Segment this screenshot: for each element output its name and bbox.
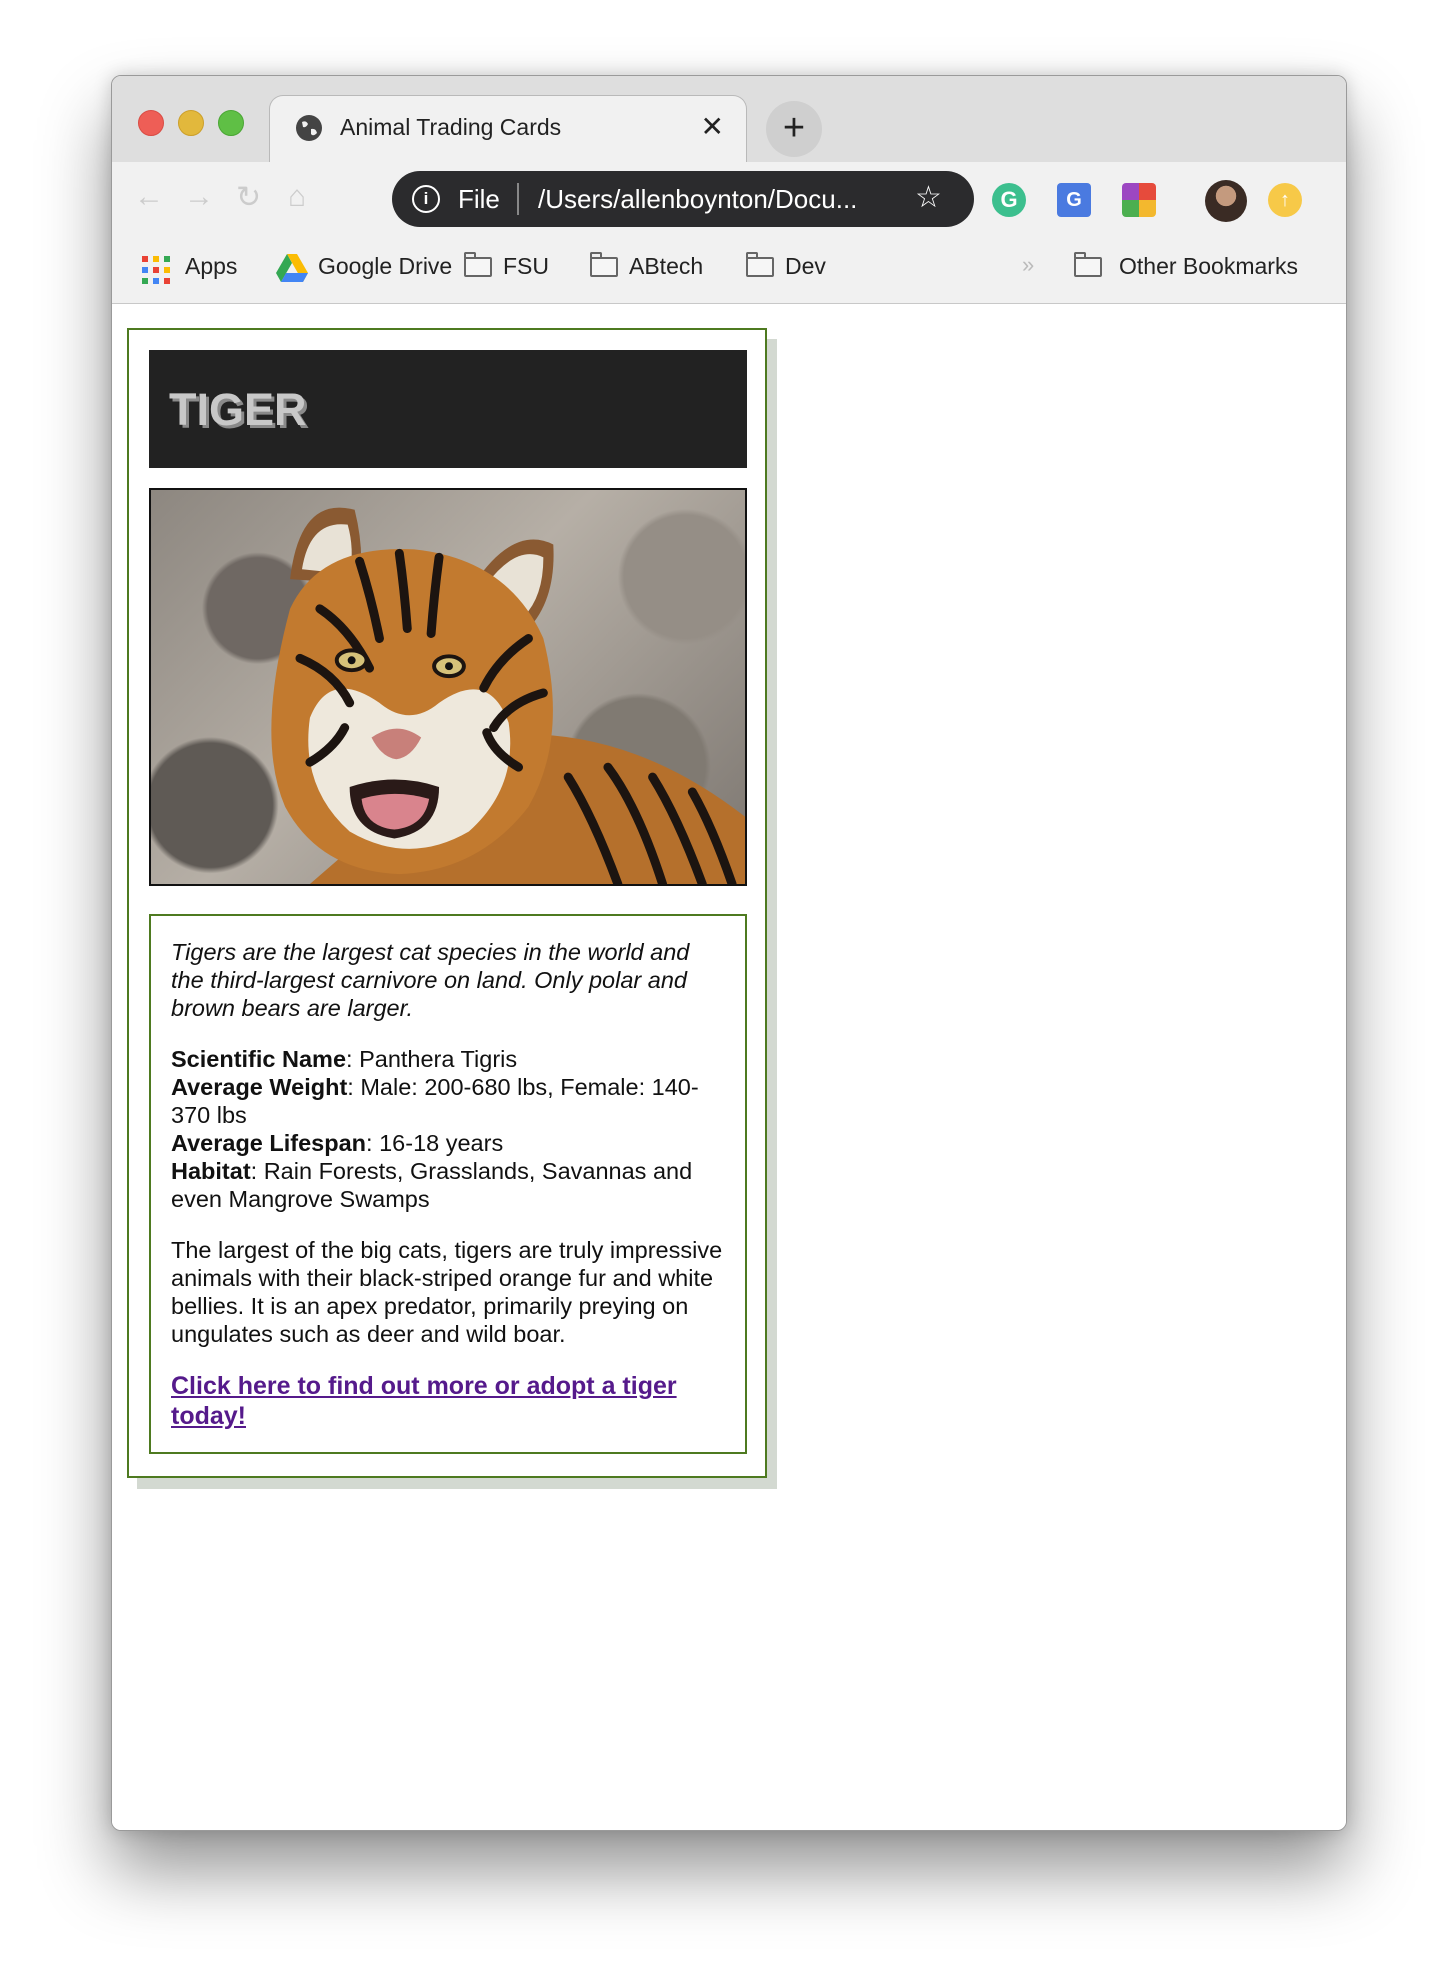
reload-icon[interactable]: ↻ xyxy=(236,180,261,215)
card-info-panel: Tigers are the largest cat species in th… xyxy=(149,914,747,1454)
trading-card: TIGER Tigers are the largest cat species… xyxy=(127,328,767,1478)
tab-close-icon[interactable]: ✕ xyxy=(701,110,724,143)
card-description: The largest of the big cats, tigers are … xyxy=(171,1237,723,1347)
fact-row: Average Weight: Male: 200-680 lbs, Femal… xyxy=(171,1074,699,1128)
fact-row: Average Lifespan: 16-18 years xyxy=(171,1130,503,1156)
grammarly-extension-icon[interactable]: G xyxy=(992,183,1026,217)
tiger-photo xyxy=(149,488,747,886)
bookmarks-bar: Apps Google Drive FSU ABtech Dev » Other… xyxy=(112,242,1346,298)
profile-avatar[interactable] xyxy=(1205,180,1247,222)
bookmark-abtech[interactable]: ABtech xyxy=(629,253,703,280)
browser-toolbar: ← → ↻ ⌂ i File /Users/allenboynton/Docu.… xyxy=(112,162,1346,304)
bookmark-fsu[interactable]: FSU xyxy=(503,253,549,280)
adopt-tiger-link[interactable]: Click here to find out more or adopt a t… xyxy=(171,1372,677,1430)
color-extension-icon[interactable] xyxy=(1122,183,1156,217)
card-title: TIGER xyxy=(169,384,307,435)
back-arrow-icon[interactable]: ← xyxy=(134,180,164,214)
new-tab-button[interactable]: + xyxy=(766,101,822,157)
fact-label: Average Lifespan xyxy=(171,1130,367,1156)
fact-label: Habitat xyxy=(171,1158,251,1184)
page-content: TIGER Tigers are the largest cat species… xyxy=(112,304,1346,1830)
card-header: TIGER xyxy=(149,350,747,468)
fact-row: Scientific Name: Panthera Tigris xyxy=(171,1046,517,1072)
bookmark-other-bookmarks[interactable]: Other Bookmarks xyxy=(1119,253,1298,280)
folder-icon xyxy=(1074,252,1102,277)
forward-arrow-icon[interactable]: → xyxy=(184,180,214,214)
google-drive-icon xyxy=(276,254,308,282)
fact-label: Average Weight xyxy=(171,1074,348,1100)
fact-value: : Panthera Tigris xyxy=(346,1046,518,1072)
tab-title: Animal Trading Cards xyxy=(340,114,562,140)
fact-label: Scientific Name xyxy=(171,1046,347,1072)
card-facts: Scientific Name: Panthera Tigris Average… xyxy=(171,1045,725,1213)
fact-row: Habitat: Rain Forests, Grasslands, Savan… xyxy=(171,1158,692,1212)
window-close-button[interactable] xyxy=(138,110,164,136)
title-bar: Animal Trading Cards ✕ + xyxy=(112,76,1346,162)
url-text[interactable]: /Users/allenboynton/Docu... xyxy=(538,184,857,215)
bookmark-star-icon[interactable]: ☆ xyxy=(915,180,942,215)
card-lead-text: Tigers are the largest cat species in th… xyxy=(171,939,690,1021)
apps-icon[interactable] xyxy=(142,256,170,284)
url-separator xyxy=(517,183,519,215)
tab-animal-trading-cards[interactable]: Animal Trading Cards ✕ xyxy=(269,95,747,162)
bookmark-apps[interactable]: Apps xyxy=(185,253,237,280)
globe-icon xyxy=(296,115,322,141)
window-maximize-button[interactable] xyxy=(218,110,244,136)
bookmark-dev[interactable]: Dev xyxy=(785,253,826,280)
url-scheme-label: File xyxy=(458,184,500,214)
window-minimize-button[interactable] xyxy=(178,110,204,136)
browser-window: Animal Trading Cards ✕ + ← → ↻ ⌂ i File … xyxy=(111,75,1347,1831)
update-icon[interactable]: ↑ xyxy=(1268,183,1302,217)
folder-icon xyxy=(746,252,774,277)
folder-icon xyxy=(464,252,492,277)
bookmark-google-drive[interactable]: Google Drive xyxy=(318,253,452,280)
folder-icon xyxy=(590,252,618,277)
address-bar[interactable]: i File /Users/allenboynton/Docu... ☆ xyxy=(392,171,974,227)
fact-value: : 16-18 years xyxy=(366,1130,504,1156)
bookmarks-overflow-icon[interactable]: » xyxy=(1022,252,1034,278)
info-icon[interactable]: i xyxy=(412,185,440,213)
google-translate-extension-icon[interactable]: G xyxy=(1057,183,1091,217)
home-icon[interactable]: ⌂ xyxy=(288,180,306,214)
